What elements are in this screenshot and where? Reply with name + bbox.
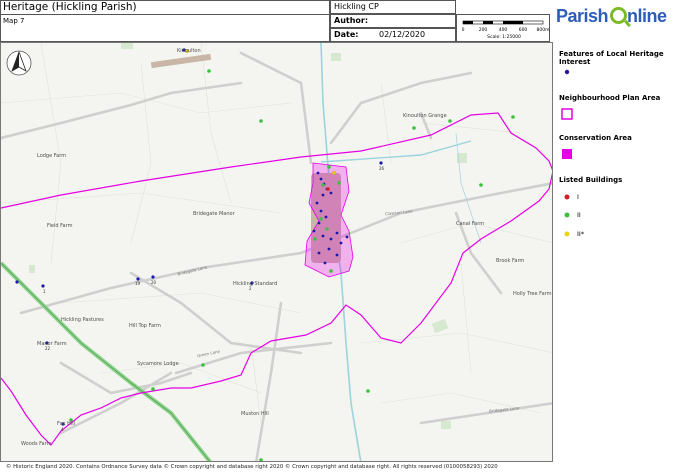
listed-buildings-i [326,187,330,191]
scale-tick-3: 600 [519,27,528,33]
scale-bar: 0 200 400 600 800m Scale: 1:25000 [456,14,550,42]
minor-roads [1,51,552,461]
title-cell: Heritage (Hickling Parish) [0,0,330,14]
parish-cell: Hickling CP [330,0,456,14]
parish-online-logo: Parish nline [556,6,667,26]
place-sycamore-lodge: Sycamore Lodge [137,361,179,367]
place-canal-farm: Canal Farm [456,221,485,227]
legend-grade-ii-star-symbol [564,231,570,237]
map-header: Heritage (Hickling Parish) Map 7 Hicklin… [0,0,679,42]
woodland-patches [29,43,467,429]
map-legend: Features of Local Heritage Interest Neig… [553,42,679,462]
logo-cell: Parish nline [550,0,679,42]
map-number: Map 7 [3,17,25,25]
legend-grade-i-label: I [577,193,579,201]
legend-grade-i-symbol [564,194,570,200]
date-value: 02/12/2020 [379,30,426,39]
np-boundary [1,112,552,446]
number-4: 4 [61,427,64,432]
place-woods-farm: Woods Farm [21,441,52,447]
parish-name: Hickling CP [334,2,379,11]
scale-tick-4: 800m [537,27,550,33]
author-cell: Author: [330,14,456,28]
number-20: 20 [151,280,157,285]
north-arrow-icon [6,50,32,76]
legend-conservation-title: Conservation Area [559,134,632,142]
number-1: 1 [43,289,46,294]
place-holly-tree-farm: Holly Tree Farm [513,291,552,297]
place-fox-hill: Fox Hill [57,421,76,427]
scale-tick-1: 200 [479,27,488,33]
map-title: Heritage (Hickling Parish) [3,1,137,13]
listed-buildings-ii [69,69,515,461]
legend-features-title: Features of Local Heritage Interest [559,50,664,66]
date-cell: Date: 02/12/2020 [330,28,456,42]
map-canvas[interactable]: Lodge Farm Bridegate Manor Field Farm Hi… [0,42,553,462]
scale-tick-2: 400 [499,27,508,33]
place-hickling-pastures: Hickling Pastures [61,317,104,323]
place-field-farm: Field Farm [47,223,73,229]
scale-tick-0: 0 [462,27,465,33]
scale-bar-graphic: 0 200 400 600 800m Scale: 1:25000 [462,20,550,40]
place-manor-farm: Manor Farm [37,341,67,347]
place-bridegate-manor: Bridegate Manor [193,211,235,217]
number-26: 26 [379,166,385,171]
date-label: Date: [334,30,359,39]
legend-conservation-symbol [562,149,572,159]
legend-features-symbol [564,69,570,75]
legend-grade-ii-label: II [577,211,581,219]
number-22: 22 [45,346,51,351]
place-kinoulton: Kinoulton [177,48,201,54]
place-brook-farm: Brook Farm [496,258,525,264]
legend-grade-ii-symbol [564,212,570,218]
legend-listed-title: Listed Buildings [559,176,623,184]
map-number-cell: Map 7 [0,14,330,42]
place-hill-top-farm: Hill Top Farm [129,323,161,329]
copyright-footer: © Historic England 2020. Contains Ordnan… [6,464,498,470]
place-lodge-farm: Lodge Farm [37,153,67,159]
field-boundaries [1,43,552,424]
number-2: 2 [249,286,252,291]
author-label: Author: [334,16,369,25]
legend-np-area-symbol [561,108,573,120]
legend-np-area-title: Neighbourhood Plan Area [559,94,661,102]
map-svg [1,43,552,461]
number-19: 19 [135,281,141,286]
place-hickling-standard: Hickling Standard [233,281,278,287]
scale-text: Scale: 1:25000 [487,34,521,40]
place-kinoulton-grange: Kinoulton Grange [403,113,447,119]
legend-grade-ii-star-label: II* [577,230,585,238]
place-muston-hill: Muston Hill [241,411,269,417]
